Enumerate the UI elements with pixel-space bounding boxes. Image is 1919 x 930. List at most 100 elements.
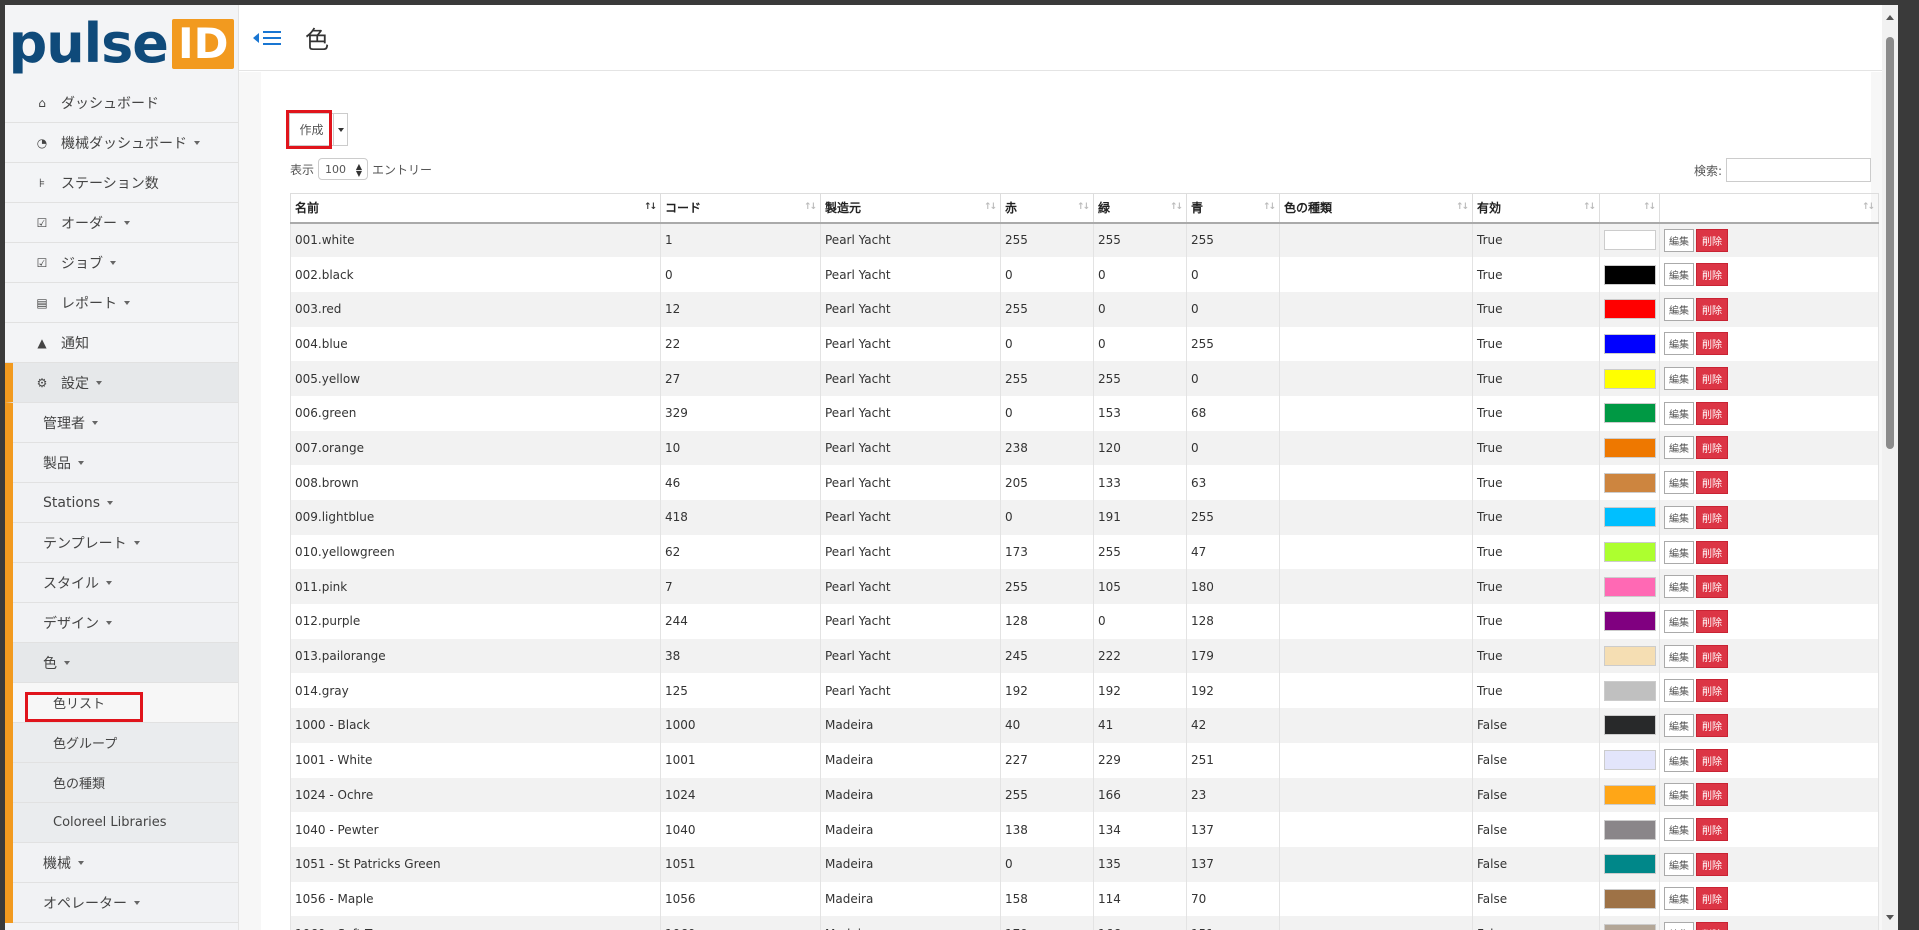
delete-button[interactable]: 削除: [1696, 679, 1728, 703]
delete-button[interactable]: 削除: [1696, 713, 1728, 737]
edit-button[interactable]: 編集: [1664, 783, 1694, 807]
color-subitem-1[interactable]: 色グループ: [13, 723, 238, 763]
column-header-3[interactable]: 赤 ↑↓: [1000, 193, 1094, 224]
menu-toggle-button[interactable]: [253, 30, 281, 45]
delete-button[interactable]: 削除: [1696, 332, 1728, 356]
edit-button[interactable]: 編集: [1664, 575, 1694, 599]
subitem-label: Coloreel Libraries: [53, 815, 167, 830]
settings-subitem-after-0[interactable]: 機械: [13, 843, 238, 883]
checkbox-icon: ☑: [36, 255, 48, 270]
settings-subitem-1[interactable]: 製品: [13, 443, 238, 483]
edit-button[interactable]: 編集: [1664, 887, 1694, 911]
delete-button[interactable]: 削除: [1696, 575, 1728, 599]
table-cell: 68: [1186, 395, 1280, 431]
edit-button[interactable]: 編集: [1664, 644, 1694, 668]
entries-select[interactable]: 100 ▲ ▼: [318, 158, 369, 180]
edit-button[interactable]: 編集: [1664, 713, 1694, 737]
delete-button[interactable]: 削除: [1696, 367, 1728, 391]
sidebar-item-3[interactable]: ☑ オーダー: [5, 203, 238, 243]
column-header-1[interactable]: コード ↑↓: [660, 193, 821, 224]
delete-button[interactable]: 削除: [1696, 297, 1728, 321]
edit-button[interactable]: 編集: [1664, 228, 1694, 252]
color-subitem-3[interactable]: Coloreel Libraries: [13, 803, 238, 843]
settings-subitem-5[interactable]: デザイン: [13, 603, 238, 643]
edit-button[interactable]: 編集: [1664, 852, 1694, 876]
edit-button[interactable]: 編集: [1664, 263, 1694, 287]
edit-button[interactable]: 編集: [1664, 540, 1694, 564]
settings-subitem-2[interactable]: Stations: [13, 483, 238, 523]
settings-subitem-4[interactable]: スタイル: [13, 563, 238, 603]
color-subitem-2[interactable]: 色の種類: [13, 763, 238, 803]
table-cell: True: [1472, 604, 1600, 639]
delete-button[interactable]: 削除: [1696, 922, 1728, 930]
table-cell: 010.yellowgreen: [290, 534, 661, 570]
table-cell: 0: [1186, 257, 1280, 292]
sidebar-item-6[interactable]: ▲ 通知: [5, 323, 238, 363]
delete-button[interactable]: 削除: [1696, 540, 1728, 564]
sidebar-item-4[interactable]: ☑ ジョブ: [5, 243, 238, 283]
edit-button[interactable]: 編集: [1664, 297, 1694, 321]
delete-button[interactable]: 削除: [1696, 228, 1728, 252]
sidebar-item-settings[interactable]: ⚙ 設定: [5, 363, 238, 403]
delete-button[interactable]: 削除: [1696, 609, 1728, 633]
edit-button[interactable]: 編集: [1664, 367, 1694, 391]
edit-button[interactable]: 編集: [1664, 436, 1694, 460]
hamburger-icon: [263, 30, 281, 45]
column-header-2[interactable]: 製造元 ↑↓: [820, 193, 1001, 224]
sidebar-item-2[interactable]: ⊧ ステーション数: [5, 163, 238, 203]
delete-button[interactable]: 削除: [1696, 818, 1728, 842]
create-dropdown-toggle[interactable]: [334, 113, 348, 146]
delete-button[interactable]: 削除: [1696, 783, 1728, 807]
delete-button[interactable]: 削除: [1696, 471, 1728, 495]
delete-button[interactable]: 削除: [1696, 263, 1728, 287]
caret-down-icon: [110, 260, 116, 265]
edit-button[interactable]: 編集: [1664, 922, 1694, 930]
settings-subitem-0[interactable]: 管理者: [13, 403, 238, 443]
table-cell: 1040: [660, 812, 821, 847]
settings-subitem-after-1[interactable]: オペレーター: [13, 883, 238, 923]
search-input[interactable]: [1726, 158, 1871, 182]
table-cell: 004.blue: [290, 326, 661, 362]
page-scrollbar[interactable]: [1882, 5, 1898, 930]
sidebar-item-0[interactable]: ⌂ ダッシュボード: [5, 83, 238, 123]
edit-button[interactable]: 編集: [1664, 748, 1694, 772]
column-header-label: 緑: [1098, 201, 1111, 216]
sidebar-item-5[interactable]: ▤ レポート: [5, 283, 238, 323]
color-swatch: [1604, 576, 1656, 597]
column-header-6[interactable]: 色の種類 ↑↓: [1279, 193, 1473, 224]
sidebar-item-1[interactable]: ◔ 機械ダッシュボード: [5, 123, 238, 163]
scroll-thumb[interactable]: [1886, 37, 1894, 449]
edit-button[interactable]: 編集: [1664, 332, 1694, 356]
delete-button[interactable]: 削除: [1696, 748, 1728, 772]
edit-button[interactable]: 編集: [1664, 818, 1694, 842]
edit-button[interactable]: 編集: [1664, 505, 1694, 529]
column-header-7[interactable]: 有効 ↑↓: [1472, 193, 1600, 224]
column-header-0[interactable]: 名前 ↑↓: [290, 193, 661, 224]
edit-button[interactable]: 編集: [1664, 609, 1694, 633]
delete-button[interactable]: 削除: [1696, 887, 1728, 911]
column-header-4[interactable]: 緑 ↑↓: [1093, 193, 1187, 224]
delete-button[interactable]: 削除: [1696, 644, 1728, 668]
edit-button[interactable]: 編集: [1664, 471, 1694, 495]
edit-button[interactable]: 編集: [1664, 679, 1694, 703]
subitem-label: テンプレート: [43, 535, 127, 552]
delete-button[interactable]: 削除: [1696, 505, 1728, 529]
settings-subitem-color[interactable]: 色: [13, 643, 238, 683]
delete-button[interactable]: 削除: [1696, 852, 1728, 876]
scroll-down-icon[interactable]: [1886, 915, 1894, 920]
sidebar-item-label: オーダー: [61, 215, 117, 232]
column-header-9[interactable]: ↑↓: [1659, 193, 1879, 224]
scroll-up-icon[interactable]: [1886, 15, 1894, 20]
logo[interactable]: pulse ID: [5, 5, 238, 83]
subitem-label: 管理者: [43, 415, 85, 432]
actions-cell: 編集削除: [1659, 361, 1879, 396]
delete-button[interactable]: 削除: [1696, 436, 1728, 460]
column-header-5[interactable]: 青 ↑↓: [1186, 193, 1280, 224]
sort-icon: ↑↓: [1169, 202, 1183, 212]
delete-button[interactable]: 削除: [1696, 401, 1728, 425]
column-header-8[interactable]: ↑↓: [1599, 193, 1660, 224]
swatch-cell: [1599, 916, 1660, 930]
actions-cell: 編集削除: [1659, 777, 1879, 813]
settings-subitem-3[interactable]: テンプレート: [13, 523, 238, 563]
edit-button[interactable]: 編集: [1664, 401, 1694, 425]
